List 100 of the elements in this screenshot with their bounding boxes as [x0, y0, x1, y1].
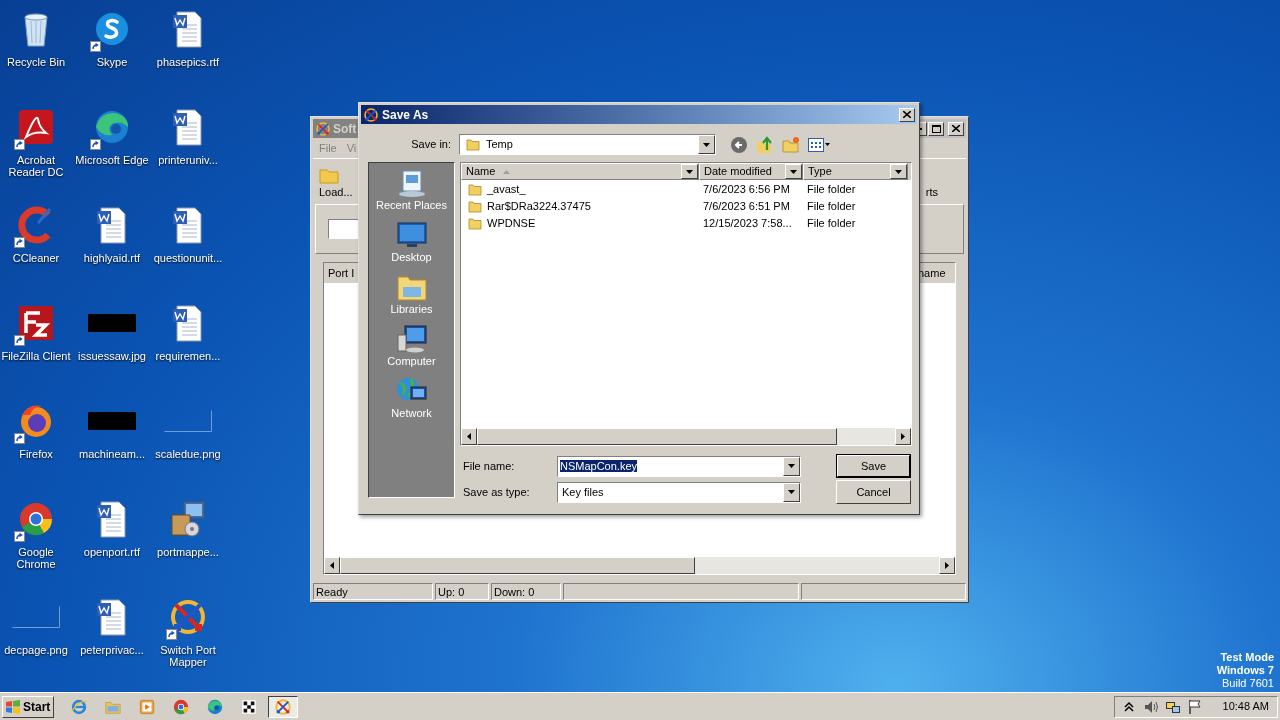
desktop-icon-label[interactable]: portmappe...	[156, 546, 220, 558]
desktop-icon-label[interactable]: scaledue.png	[154, 448, 222, 460]
status-field: Ready	[313, 583, 433, 600]
scroll-right-button[interactable]	[895, 428, 911, 445]
desktop-icon-label[interactable]: openport.rtf	[82, 546, 142, 558]
taskbar-app-button[interactable]	[268, 695, 298, 718]
save-button[interactable]: Save	[836, 454, 911, 478]
column-menu-button[interactable]	[890, 164, 907, 179]
image-thumbnail-icon	[88, 412, 136, 430]
desktop-icon-label[interactable]: machineam...	[78, 448, 146, 460]
cancel-button[interactable]: Cancel	[836, 480, 911, 504]
folder-icon	[319, 167, 339, 184]
desktop-icon-label[interactable]: FileZilla Client	[0, 350, 72, 362]
desktop-icon-label[interactable]: Skype	[95, 56, 129, 68]
desktop-icon-label[interactable]: issuessaw.jpg	[77, 350, 147, 362]
toolbar-label[interactable]: rts	[925, 183, 938, 200]
caret-icon	[790, 169, 797, 174]
caret-icon	[825, 143, 830, 146]
caret-icon	[703, 142, 710, 147]
view-menu-button[interactable]	[808, 137, 830, 152]
desktop-icon-label[interactable]: Firefox	[18, 448, 54, 460]
file-type-dropdown[interactable]: Key files	[557, 481, 801, 503]
place-item[interactable]: Network	[369, 375, 454, 425]
dropdown-button[interactable]	[783, 482, 800, 502]
desktop-icon-label[interactable]: highlyaid.rtf	[82, 252, 142, 264]
place-item[interactable]: Computer	[369, 323, 454, 373]
browser-icon	[172, 697, 190, 716]
field-label: Save as type:	[462, 484, 531, 500]
computer-icon	[394, 323, 429, 355]
image-thumbnail-icon	[88, 314, 136, 332]
place-item[interactable]: Recent Places	[369, 167, 454, 217]
place-item[interactable]: Desktop	[369, 219, 454, 269]
column-header[interactable]: Date modified	[699, 163, 803, 180]
status-field: Up: 0	[435, 583, 489, 600]
caret-icon	[788, 464, 795, 468]
column-header[interactable]: Type	[803, 163, 908, 180]
desktop-icon-label[interactable]: decpage.png	[3, 644, 69, 656]
back-icon[interactable]	[730, 135, 748, 154]
arrows-icon	[315, 120, 331, 137]
scroll-thumb[interactable]	[340, 557, 695, 574]
system-notice-text: Build 7601	[1222, 677, 1274, 690]
column-header[interactable]: Name	[461, 163, 699, 180]
start-button[interactable]: Start	[2, 695, 54, 718]
load-button[interactable]: Load...	[319, 167, 353, 200]
caret-icon	[788, 490, 795, 494]
dropdown-button[interactable]	[698, 135, 715, 154]
dialog-title: Save As	[382, 106, 429, 124]
date-cell-text: 12/15/2023 7:58...	[702, 216, 793, 232]
desktop-icon-label[interactable]: peterprivac...	[79, 644, 145, 656]
windows-logo-icon	[5, 699, 21, 714]
file-row[interactable]: _avast_ 7/6/2023 6:56 PM File folder	[461, 181, 911, 198]
desktop-icon-label[interactable]: CCleaner	[11, 252, 61, 264]
close-button[interactable]	[899, 107, 915, 122]
grid-app-icon	[240, 697, 258, 716]
desktop-icon-label[interactable]: Google Chrome	[0, 546, 74, 570]
image-thumbnail-icon	[164, 410, 212, 432]
arrows-icon	[168, 597, 208, 637]
desktop-icon-label[interactable]: Acrobat Reader DC	[0, 154, 74, 178]
scroll-thumb[interactable]	[477, 428, 837, 445]
right-arrow-icon	[945, 562, 949, 569]
scroll-right-button[interactable]	[939, 557, 955, 574]
desktop-icon-label[interactable]: Switch Port Mapper	[150, 644, 226, 668]
scroll-left-button[interactable]	[461, 428, 477, 445]
horizontal-scrollbar[interactable]	[461, 428, 911, 445]
type-cell-text: File folder	[806, 182, 857, 198]
desktop-icon-label[interactable]: Recycle Bin	[5, 56, 67, 68]
window-title: Soft	[333, 120, 357, 138]
caret-icon	[686, 169, 693, 174]
maximize-icon	[931, 124, 941, 133]
flag-icon[interactable]	[1186, 698, 1203, 715]
file-name: WPDNSE	[487, 216, 536, 232]
ftp-icon	[16, 303, 56, 343]
place-item[interactable]: Libraries	[369, 271, 454, 321]
column-menu-button[interactable]	[785, 164, 802, 179]
type-cell-text: File folder	[806, 199, 857, 215]
folder-icon	[468, 200, 482, 213]
column-menu-button[interactable]	[681, 164, 698, 179]
desktop-icon-label[interactable]: Microsoft Edge	[74, 154, 150, 166]
close-button[interactable]	[948, 121, 964, 136]
desktop-icon-label[interactable]: phasepics.rtf	[155, 56, 221, 68]
right-arrow-icon	[901, 433, 905, 440]
image-thumbnail-icon	[12, 606, 60, 628]
scroll-left-button[interactable]	[324, 557, 340, 574]
dropdown-button[interactable]	[783, 456, 800, 476]
maximize-button[interactable]	[928, 121, 944, 136]
file-name: _avast_	[487, 182, 526, 198]
file-name-field[interactable]: NSMapCon.key	[557, 455, 801, 477]
file-name: Rar$DRa3224.37475	[487, 199, 591, 215]
desktop-icon-label[interactable]: requiremen...	[154, 350, 222, 362]
desktop-icon-label[interactable]: questionunit...	[152, 252, 224, 264]
caret-icon	[895, 169, 902, 174]
system-notice-text: Test Mode	[1220, 651, 1274, 664]
desktop-icon-label[interactable]: printeruniv...	[157, 154, 219, 166]
file-row[interactable]: Rar$DRa3224.37475 7/6/2023 6:51 PM File folder	[461, 198, 911, 215]
close-icon	[903, 111, 911, 118]
sort-up-icon	[503, 169, 511, 174]
save-in-dropdown[interactable]: Temp	[459, 134, 716, 155]
type-cell-text: File folder	[806, 216, 857, 232]
horizontal-scrollbar[interactable]	[324, 557, 955, 574]
folder-icon	[468, 183, 482, 196]
